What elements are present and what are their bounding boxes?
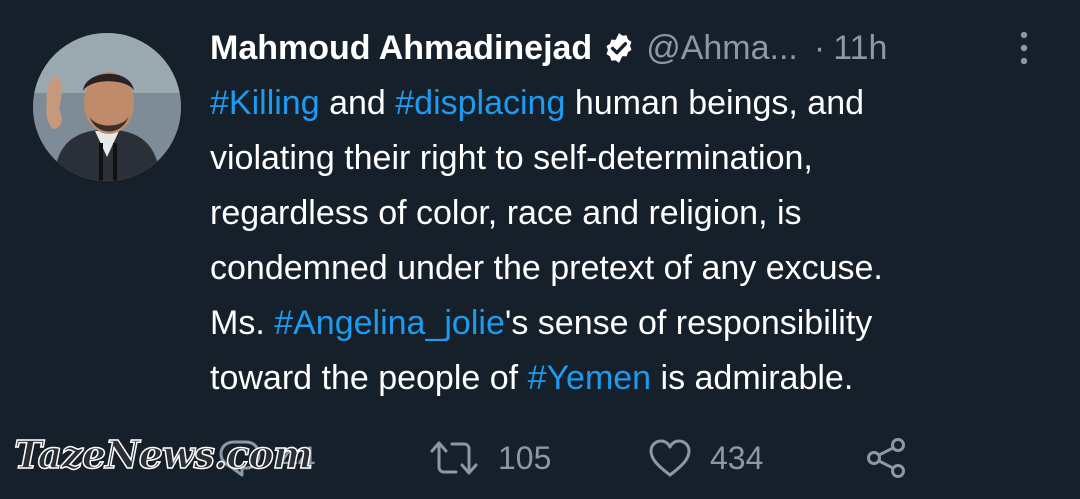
tweet-text-line: regardless of color, race and religion, … <box>210 186 1050 241</box>
tweet-text-segment: and <box>319 84 396 122</box>
like-button[interactable]: 434 <box>648 430 763 486</box>
tweet-text-line: violating their right to self-determinat… <box>210 131 1050 186</box>
retweet-icon <box>428 439 480 477</box>
retweet-count: 105 <box>498 439 552 476</box>
tweet-text-segment: condemned under the pretext of any excus… <box>210 249 883 287</box>
tweet[interactable]: Mahmoud Ahmadinejad @Ahma... · 11h #Kill… <box>0 0 1080 499</box>
retweet-button[interactable]: 105 <box>428 430 551 486</box>
tweet-text-line: toward the people of #Yemen is admirable… <box>210 351 1050 406</box>
author-display-name[interactable]: Mahmoud Ahmadinejad <box>210 29 592 68</box>
heart-icon <box>648 438 692 478</box>
like-count: 434 <box>710 439 764 476</box>
tweet-header: Mahmoud Ahmadinejad @Ahma... · 11h <box>210 24 887 72</box>
share-icon <box>864 436 908 480</box>
share-button[interactable] <box>864 430 908 486</box>
tweet-text-line: #Killing and #displacing human beings, a… <box>210 76 1050 131</box>
tweet-text-segment: is admirable. <box>651 359 854 397</box>
tweet-text-segment: violating their right to self-determinat… <box>210 139 813 177</box>
hashtag-link[interactable]: #Yemen <box>528 359 652 397</box>
watermark-logo: TazeNews.com <box>13 431 313 478</box>
hashtag-link[interactable]: #Killing <box>210 84 320 122</box>
tweet-text-segment: regardless of color, race and religion, … <box>210 194 802 232</box>
tweet-text-segment: Ms. <box>210 304 275 342</box>
tweet-text-segment: 's sense of responsibility <box>504 304 873 342</box>
avatar[interactable] <box>33 33 181 181</box>
tweet-text-segment: human beings, and <box>565 84 865 122</box>
verified-badge-icon <box>602 31 636 65</box>
hashtag-link[interactable]: #displacing <box>395 84 565 122</box>
separator-dot: · <box>813 28 826 67</box>
hashtag-link[interactable]: #Angelina_jolie <box>274 304 505 342</box>
avatar-image <box>33 33 181 181</box>
tweet-text: #Killing and #displacing human beings, a… <box>210 76 1050 406</box>
tweet-text-line: condemned under the pretext of any excus… <box>210 241 1050 296</box>
tweet-timestamp[interactable]: 11h <box>833 29 887 68</box>
more-vertical-icon[interactable] <box>1013 30 1035 66</box>
tweet-text-line: Ms. #Angelina_jolie's sense of responsib… <box>210 296 1050 351</box>
tweet-text-segment: toward the people of <box>210 359 528 397</box>
author-handle[interactable]: @Ahma... <box>646 29 798 68</box>
